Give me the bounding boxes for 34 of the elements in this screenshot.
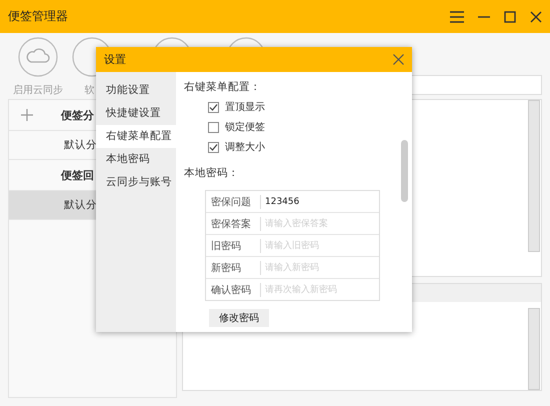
checkbox[interactable] bbox=[208, 122, 219, 132]
checkbox-label: 调整大小 bbox=[225, 140, 265, 154]
cloud-icon[interactable] bbox=[18, 37, 58, 77]
maximize-icon[interactable] bbox=[504, 10, 516, 22]
section-heading: 本地密码： bbox=[184, 166, 239, 180]
close-icon[interactable] bbox=[530, 10, 542, 22]
field-label: 密保答案 bbox=[210, 218, 252, 230]
group-title: 便签回 bbox=[61, 168, 94, 182]
plus-icon[interactable] bbox=[21, 109, 33, 121]
toolbar-label: 软 bbox=[84, 84, 94, 97]
toolbar-label: 启用云同步 bbox=[13, 84, 63, 97]
window-title: 便签管理器 bbox=[8, 8, 68, 25]
group-title: 便签分 bbox=[61, 108, 94, 122]
checkbox-label: 置顶显示 bbox=[225, 100, 265, 114]
checkbox[interactable] bbox=[208, 142, 219, 152]
search-field[interactable] bbox=[410, 75, 542, 95]
checkbox-label: 锁定便签 bbox=[225, 120, 265, 134]
scrollbar[interactable] bbox=[528, 100, 540, 252]
field-label: 旧密码 bbox=[210, 240, 242, 252]
field-label: 新密码 bbox=[210, 262, 242, 274]
close-icon[interactable] bbox=[393, 54, 404, 65]
nav-item[interactable]: 云同步与账号 bbox=[96, 171, 176, 194]
change-password-button[interactable]: 修改密码 bbox=[209, 309, 269, 327]
field-label: 密保问题 bbox=[210, 196, 252, 208]
menu-icon[interactable] bbox=[450, 10, 464, 22]
nav-item[interactable]: 右键菜单配置 bbox=[96, 125, 176, 148]
dialog-title: 设置 bbox=[104, 52, 126, 67]
scrollbar[interactable] bbox=[528, 308, 540, 390]
field-label: 确认密码 bbox=[210, 284, 252, 296]
checkbox[interactable] bbox=[208, 102, 219, 112]
scrollbar[interactable] bbox=[401, 140, 408, 202]
nav-item[interactable]: 功能设置 bbox=[96, 79, 176, 102]
nav-item[interactable]: 快捷键设置 bbox=[96, 102, 176, 125]
section-heading: 右键菜单配置： bbox=[184, 80, 261, 94]
